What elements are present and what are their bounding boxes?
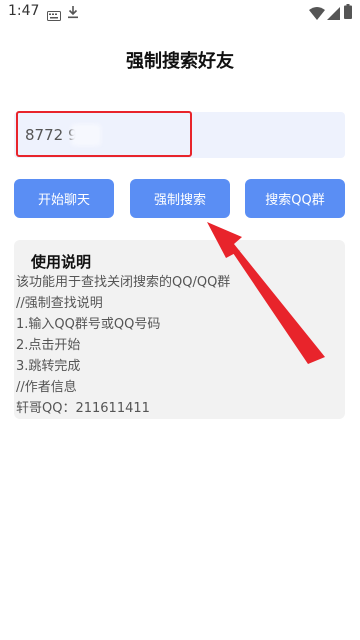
search-input-container[interactable] — [14, 112, 345, 158]
start-chat-button[interactable]: 开始聊天 — [14, 179, 114, 218]
search-input[interactable] — [14, 112, 345, 158]
wifi-icon — [309, 5, 325, 24]
instructions-title: 使用说明 — [31, 253, 92, 271]
instructions-list: 该功能用于查找关闭搜索的QQ/QQ群 //强制查找说明 1.输入QQ群号或QQ号… — [16, 272, 230, 419]
page-title: 强制搜索好友 — [126, 51, 234, 72]
instruction-line: //强制查找说明 — [16, 296, 103, 311]
signal-icon — [327, 5, 340, 24]
status-bar: 1:47 — [0, 0, 360, 24]
force-search-button[interactable]: 强制搜索 — [130, 179, 230, 218]
instruction-line: //作者信息 — [16, 380, 77, 395]
status-time: 1:47 — [8, 3, 40, 19]
search-qq-group-button[interactable]: 搜索QQ群 — [245, 179, 345, 218]
redaction-blur — [71, 124, 101, 146]
instruction-line: 2.点击开始 — [16, 338, 81, 353]
battery-icon — [344, 4, 352, 23]
instructions-panel: 使用说明 该功能用于查找关闭搜索的QQ/QQ群 //强制查找说明 1.输入QQ群… — [14, 240, 345, 419]
download-icon — [67, 4, 79, 23]
keyboard-icon — [47, 6, 61, 25]
instruction-line: 3.跳转完成 — [16, 359, 81, 374]
instruction-line: 该功能用于查找关闭搜索的QQ/QQ群 — [16, 275, 231, 290]
instruction-line: 1.输入QQ群号或QQ号码 — [16, 317, 161, 332]
instruction-line: 轩哥QQ：211611411 — [16, 401, 150, 416]
